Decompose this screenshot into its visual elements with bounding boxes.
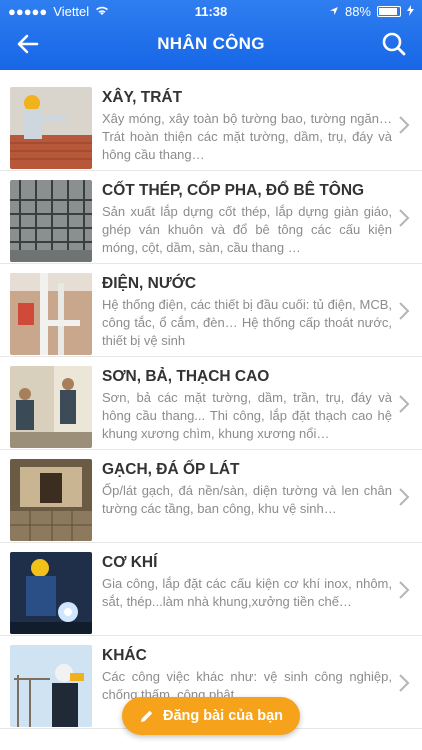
thumbnail-image — [10, 87, 92, 169]
page-title: NHÂN CÔNG — [157, 34, 265, 53]
chevron-right-icon — [399, 209, 410, 227]
charging-icon — [407, 4, 414, 19]
item-description: Sản xuất lắp dựng cốt thép, lắp dựng già… — [102, 204, 392, 255]
thumbnail-image — [10, 273, 92, 355]
chevron-right-icon — [399, 395, 410, 413]
create-post-label: Đăng bài của bạn — [162, 708, 284, 724]
app-header: ●●●●● Viettel 11:38 88% NHÂN CÔNG — [0, 0, 422, 70]
pencil-icon — [140, 710, 153, 722]
item-title: ĐIỆN, NƯỚC — [102, 275, 197, 292]
carrier-label: Viettel — [53, 3, 90, 19]
list-item-cot-thep[interactable]: CỐT THÉP, CỐP PHA, ĐỔ BÊ TÔNG Sản xuất l… — [0, 171, 422, 264]
search-icon — [382, 32, 406, 56]
chevron-right-icon — [399, 116, 410, 134]
item-title: GẠCH, ĐÁ ỐP LÁT — [102, 461, 240, 478]
battery-percent: 88% — [344, 3, 371, 19]
wifi-icon — [95, 4, 109, 19]
category-list: XÂY, TRÁT Xây móng, xây toàn bộ tường ba… — [0, 78, 422, 729]
item-description: Gia công, lắp đặt các cấu kiện cơ khí in… — [102, 576, 392, 609]
list-item-gach-da[interactable]: GẠCH, ĐÁ ỐP LÁT Ốp/lát gạch, đá nền/sàn,… — [0, 450, 422, 543]
status-time: 11:38 — [194, 3, 228, 19]
item-title: CƠ KHÍ — [102, 554, 158, 571]
list-item-dien-nuoc[interactable]: ĐIỆN, NƯỚC Hệ thống điện, các thiết bị đ… — [0, 264, 422, 357]
item-description: Ốp/lát gạch, đá nền/sàn, diện tường và l… — [102, 483, 392, 516]
status-bar: ●●●●● Viettel 11:38 88% — [0, 0, 422, 22]
list-item-son-ba[interactable]: SƠN, BẢ, THẠCH CAO Sơn, bả các mặt tường… — [0, 357, 422, 450]
chevron-right-icon — [399, 674, 410, 692]
list-item-xay-trat[interactable]: XÂY, TRÁT Xây móng, xây toàn bộ tường ba… — [0, 78, 422, 171]
search-button[interactable] — [380, 30, 408, 58]
chevron-right-icon — [399, 581, 410, 599]
item-title: KHÁC — [102, 647, 147, 664]
thumbnail-image — [10, 180, 92, 262]
thumbnail-image — [10, 366, 92, 448]
create-post-button[interactable]: Đăng bài của bạn — [122, 697, 300, 735]
item-title: SƠN, BẢ, THẠCH CAO — [102, 368, 270, 385]
item-description: Xây móng, xây toàn bộ tường bao, tường n… — [102, 111, 392, 162]
signal-icon: ●●●●● — [8, 3, 48, 19]
item-title: XÂY, TRÁT — [102, 89, 183, 106]
list-item-co-khi[interactable]: CƠ KHÍ Gia công, lắp đặt các cấu kiện cơ… — [0, 543, 422, 636]
thumbnail-image — [10, 552, 92, 634]
item-description: Sơn, bả các mặt tường, dầm, trần, trụ, đ… — [102, 390, 392, 441]
chevron-right-icon — [399, 302, 410, 320]
chevron-right-icon — [399, 488, 410, 506]
item-title: CỐT THÉP, CỐP PHA, ĐỔ BÊ TÔNG — [102, 182, 365, 199]
location-icon — [329, 4, 339, 19]
item-description: Hệ thống điện, các thiết bị đầu cuối: tủ… — [102, 297, 392, 348]
thumbnail-image — [10, 459, 92, 541]
battery-icon — [377, 5, 401, 17]
thumbnail-image — [10, 645, 92, 727]
